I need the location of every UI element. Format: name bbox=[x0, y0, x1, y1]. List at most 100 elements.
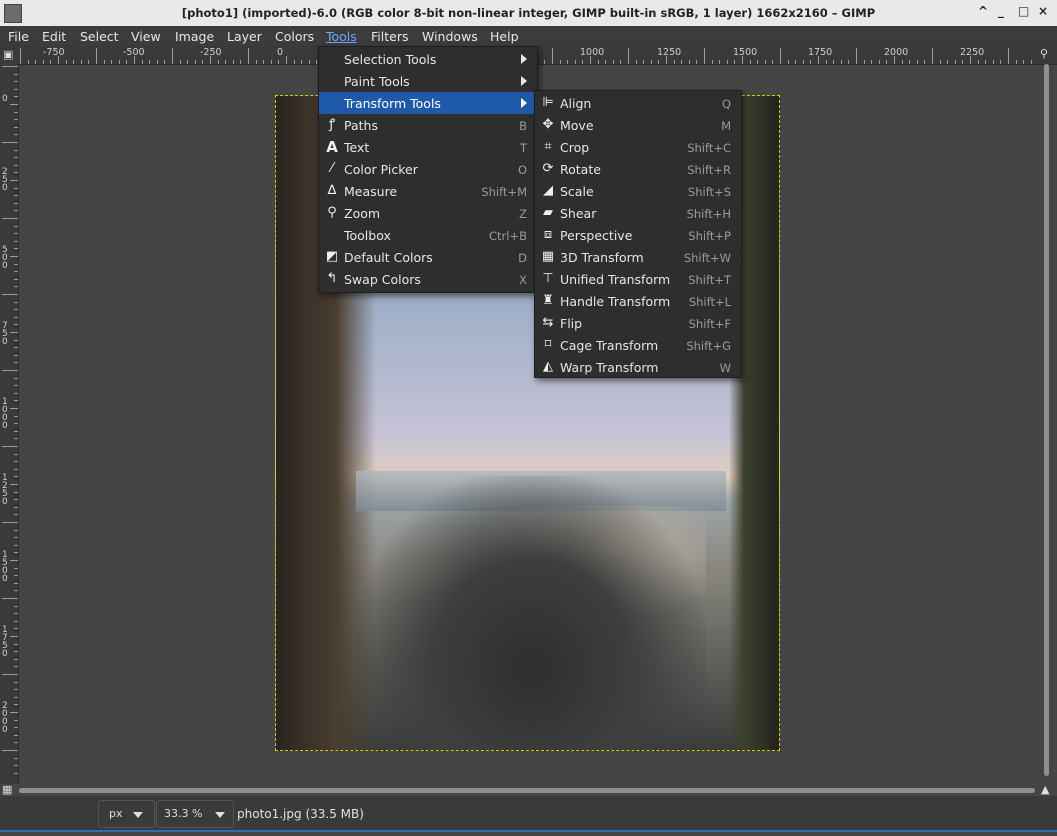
menu-item-crop[interactable]: ⌗ Crop Shift+C bbox=[535, 136, 741, 158]
ruler-tick bbox=[14, 210, 18, 212]
menu-item-align[interactable]: ⊫ Align Q bbox=[535, 92, 741, 114]
ruler-tick bbox=[2, 522, 18, 523]
ruler-tick bbox=[73, 60, 75, 64]
menu-item-transform-tools[interactable]: Transform Tools bbox=[319, 92, 537, 114]
ruler-tick bbox=[14, 278, 18, 280]
menu-item-shortcut: Shift+G bbox=[686, 339, 731, 353]
menu-item-flip[interactable]: ⇆ Flip Shift+F bbox=[535, 312, 741, 334]
align-icon: ⊫ bbox=[542, 95, 554, 110]
unit-select[interactable]: px bbox=[98, 800, 155, 828]
menu-item-paint-tools[interactable]: Paint Tools bbox=[319, 70, 537, 92]
menu-item-measure[interactable]: ∆ Measure Shift+M bbox=[319, 180, 537, 202]
ruler-tick bbox=[650, 60, 652, 64]
ruler-tick bbox=[544, 60, 546, 64]
menu-layer[interactable]: Layer bbox=[224, 29, 265, 44]
menu-file[interactable]: File bbox=[5, 29, 32, 44]
navigate-arrow-icon[interactable]: ▲ bbox=[1041, 783, 1049, 796]
quick-mask-toggle-icon[interactable]: ▣ bbox=[3, 48, 13, 61]
ruler-tick bbox=[567, 60, 569, 64]
ruler-tick bbox=[118, 60, 120, 64]
menu-item-toolbox[interactable]: Toolbox Ctrl+B bbox=[319, 224, 537, 246]
ruler-tick bbox=[14, 453, 18, 455]
ruler-tick bbox=[2, 142, 18, 143]
menu-help[interactable]: Help bbox=[487, 29, 522, 44]
menu-edit[interactable]: Edit bbox=[39, 29, 69, 44]
menu-item-default-colors[interactable]: ◩ Default Colors D bbox=[319, 246, 537, 268]
zoom-icon[interactable]: ⚲ bbox=[1040, 47, 1048, 60]
menu-item-scale[interactable]: ◢ Scale Shift+S bbox=[535, 180, 741, 202]
ruler-tick bbox=[164, 60, 166, 64]
ruler-tick bbox=[14, 704, 18, 706]
ruler-tick bbox=[795, 60, 797, 64]
menu-item-swap-colors[interactable]: ↰ Swap Colors X bbox=[319, 268, 537, 290]
ruler-tick bbox=[14, 765, 18, 767]
scale-icon: ◢ bbox=[543, 183, 553, 198]
menu-item-selection-tools[interactable]: Selection Tools bbox=[319, 48, 537, 70]
ruler-tick bbox=[111, 60, 113, 64]
ruler-tick bbox=[14, 438, 18, 440]
ruler-tick bbox=[14, 658, 18, 660]
menu-item-perspective[interactable]: ⧈ Perspective Shift+P bbox=[535, 224, 741, 246]
ruler-tick bbox=[156, 60, 158, 64]
ruler-tick bbox=[1008, 48, 1009, 64]
menu-item-label: Text bbox=[344, 140, 370, 155]
menu-windows[interactable]: Windows bbox=[419, 29, 481, 44]
menu-image[interactable]: Image bbox=[172, 29, 217, 44]
window-shade-button[interactable]: ^ bbox=[978, 4, 988, 18]
menu-item-move[interactable]: ✥ Move M bbox=[535, 114, 741, 136]
ruler-tick bbox=[14, 126, 18, 128]
ruler-tick bbox=[255, 60, 257, 64]
ruler-tick bbox=[1015, 60, 1017, 64]
menu-item-label: Handle Transform bbox=[560, 294, 671, 309]
menu-item-3d-transform[interactable]: ▦ 3D Transform Shift+W bbox=[535, 246, 741, 268]
ruler-tick bbox=[840, 60, 842, 64]
navigate-icon[interactable]: ▦ bbox=[2, 783, 12, 796]
ruler-tick bbox=[916, 60, 918, 64]
menu-view[interactable]: View bbox=[128, 29, 164, 44]
zoom-select[interactable]: 33.3 % bbox=[156, 800, 234, 828]
menu-item-text[interactable]: A Text T bbox=[319, 136, 537, 158]
vertical-ruler[interactable]: 0 250 500 750 1000 1250 1500 1750 2000 bbox=[0, 64, 19, 784]
menu-item-warp-transform[interactable]: ◭ Warp Transform W bbox=[535, 356, 741, 378]
ruler-tick bbox=[2, 750, 18, 751]
menu-item-handle-transform[interactable]: ♜ Handle Transform Shift+L bbox=[535, 290, 741, 312]
ruler-tick bbox=[620, 60, 622, 64]
ruler-label: 1750 bbox=[808, 47, 833, 58]
text-icon: A bbox=[326, 138, 338, 156]
ruler-tick bbox=[14, 681, 18, 683]
window-close-button[interactable]: × bbox=[1038, 4, 1048, 18]
ruler-tick bbox=[14, 400, 18, 402]
menu-item-shortcut: Shift+P bbox=[688, 229, 731, 243]
menu-tools[interactable]: Tools bbox=[323, 29, 360, 44]
menu-colors[interactable]: Colors bbox=[272, 29, 317, 44]
menu-item-unified-transform[interactable]: ⊤ Unified Transform Shift+T bbox=[535, 268, 741, 290]
menu-select[interactable]: Select bbox=[77, 29, 122, 44]
ruler-tick bbox=[14, 506, 18, 508]
menu-item-color-picker[interactable]: ⁄ Color Picker O bbox=[319, 158, 537, 180]
menu-item-shear[interactable]: ▰ Shear Shift+H bbox=[535, 202, 741, 224]
window-maximize-button[interactable]: □ bbox=[1018, 4, 1029, 18]
ruler-tick bbox=[856, 48, 857, 64]
ruler-label: 0 bbox=[2, 94, 8, 104]
handle-transform-icon: ♜ bbox=[542, 293, 554, 308]
ruler-tick bbox=[1023, 60, 1025, 64]
ruler-tick bbox=[14, 476, 18, 478]
menu-filters[interactable]: Filters bbox=[368, 29, 411, 44]
menu-item-paths[interactable]: ꝭ Paths B bbox=[319, 114, 537, 136]
menu-item-label: Default Colors bbox=[344, 250, 433, 265]
ruler-tick bbox=[924, 60, 926, 64]
ruler-tick bbox=[14, 96, 18, 98]
ruler-tick bbox=[194, 60, 196, 64]
menu-item-shortcut: Shift+S bbox=[687, 185, 731, 199]
menu-item-cage-transform[interactable]: ⌑ Cage Transform Shift+G bbox=[535, 334, 741, 356]
ruler-tick bbox=[559, 60, 561, 64]
menu-item-rotate[interactable]: ⟳ Rotate Shift+R bbox=[535, 158, 741, 180]
menu-item-label: Toolbox bbox=[344, 228, 391, 243]
menu-item-shortcut: Shift+R bbox=[687, 163, 731, 177]
crop-icon: ⌗ bbox=[544, 139, 552, 154]
horizontal-scrollbar[interactable] bbox=[19, 785, 1035, 795]
vertical-scrollbar[interactable] bbox=[1041, 64, 1051, 782]
ruler-tick bbox=[704, 48, 705, 64]
menu-item-zoom[interactable]: ⚲ Zoom Z bbox=[319, 202, 537, 224]
window-minimize-button[interactable]: _ bbox=[998, 4, 1004, 18]
